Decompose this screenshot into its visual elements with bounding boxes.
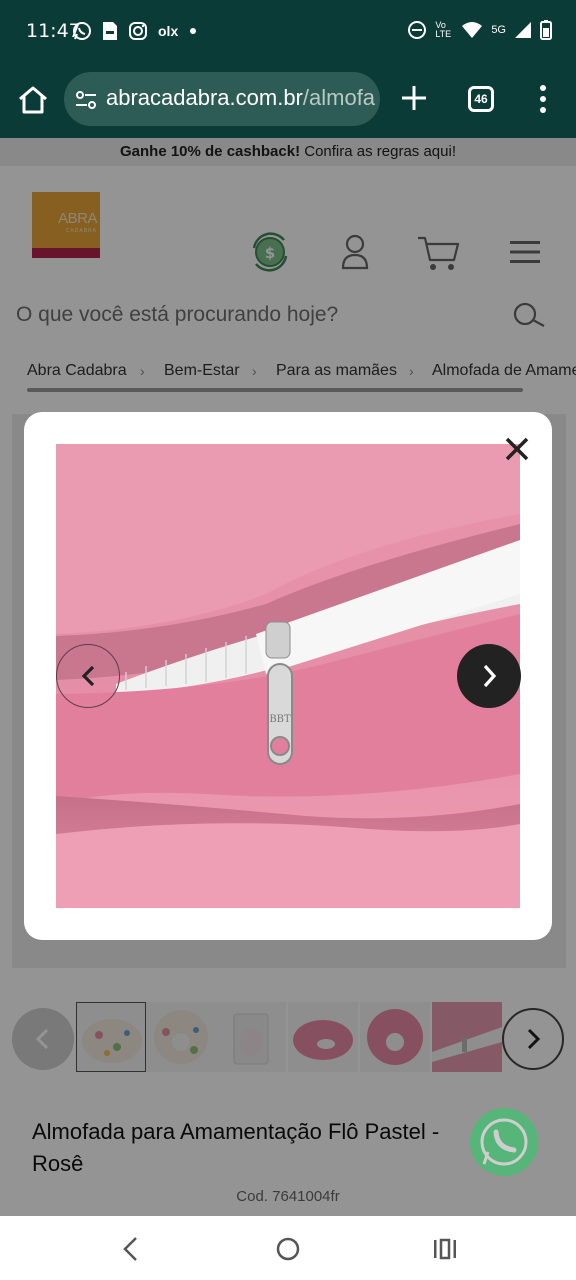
- home-circle-icon[interactable]: [273, 1234, 303, 1264]
- dot-icon: [190, 28, 197, 34]
- instagram-icon: [129, 22, 147, 40]
- pdf-doc-icon: [103, 22, 117, 40]
- image-lightbox: BBT: [24, 412, 552, 940]
- site-settings-icon[interactable]: [74, 88, 98, 112]
- status-system-icons: Vo LTE 5G: [407, 20, 552, 40]
- tab-switcher-button[interactable]: 46: [468, 86, 494, 112]
- dnd-icon: [408, 21, 427, 39]
- chevron-left-icon: [81, 665, 95, 687]
- chevron-right-icon: [483, 664, 497, 688]
- browser-toolbar: abracadabra.com.br/almofa 46: [0, 64, 576, 138]
- whatsapp-icon: [73, 22, 91, 40]
- signal-icon: [515, 22, 531, 38]
- url-path: /almofa: [302, 85, 376, 110]
- url-text[interactable]: abracadabra.com.br/almofa: [106, 85, 375, 111]
- web-page: Ganhe 10% de cashback! Confira as regras…: [0, 138, 576, 1216]
- status-app-icons: olx: [72, 21, 198, 41]
- close-icon[interactable]: [502, 434, 532, 464]
- zipper-photo: BBT: [56, 444, 520, 908]
- url-bar[interactable]: abracadabra.com.br/almofa: [64, 72, 380, 126]
- zipper-engraving: BBT: [269, 714, 291, 725]
- new-tab-icon[interactable]: [400, 84, 428, 112]
- url-domain: abracadabra.com.br: [106, 85, 303, 110]
- whatsapp-icon: [480, 1118, 528, 1166]
- back-icon[interactable]: [116, 1234, 146, 1264]
- lightbox-next-button[interactable]: [457, 644, 521, 708]
- more-options-icon[interactable]: [536, 84, 550, 114]
- system-nav-bar: [0, 1216, 576, 1280]
- battery-icon: [540, 20, 552, 40]
- whatsapp-chat-button[interactable]: [470, 1108, 538, 1176]
- lightbox-image: BBT: [56, 444, 520, 908]
- wifi-icon: [462, 22, 483, 38]
- lightbox-prev-button[interactable]: [56, 644, 120, 708]
- volte-label: Vo LTE: [435, 20, 452, 39]
- status-bar: 11:47 olx Vo LTE 5G: [0, 0, 576, 64]
- home-icon[interactable]: [16, 83, 50, 117]
- recents-icon[interactable]: [430, 1234, 460, 1264]
- network-type-label: 5G: [491, 24, 506, 36]
- olx-icon: olx: [158, 23, 179, 39]
